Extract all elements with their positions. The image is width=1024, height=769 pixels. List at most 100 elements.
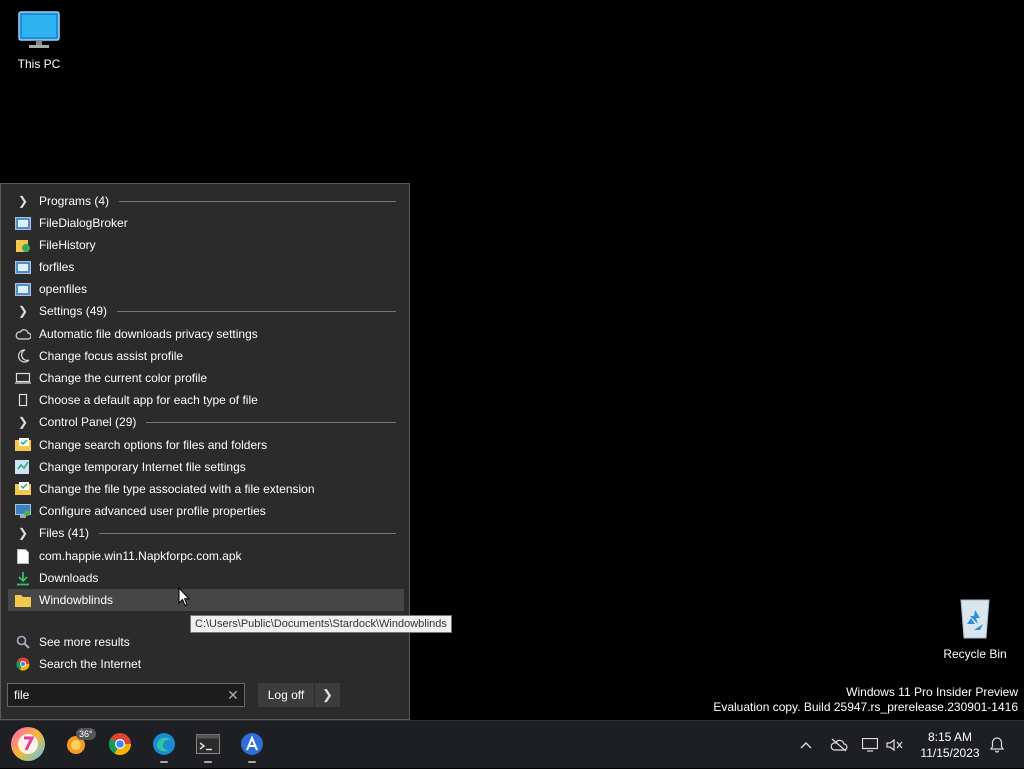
edge-taskbar-button[interactable] — [146, 726, 182, 763]
group-header-settings[interactable]: ❯ Settings (49) — [8, 300, 404, 322]
app-window-icon — [14, 281, 32, 297]
recycle-bin-label: Recycle Bin — [943, 647, 1007, 661]
group-divider — [99, 532, 396, 534]
phone-icon — [14, 392, 32, 408]
edge-icon — [153, 733, 175, 755]
result-label: Change focus assist profile — [39, 349, 184, 363]
recycle-bin-icon — [930, 596, 1020, 643]
laptop-icon — [14, 370, 32, 386]
see-more-label: See more results — [39, 635, 130, 649]
result-label: Downloads — [39, 571, 99, 585]
result-label: forfiles — [39, 260, 75, 274]
result-item-filehistory[interactable]: FileHistory — [8, 234, 404, 256]
start-orb-icon — [11, 727, 45, 761]
chrome-icon — [109, 733, 131, 755]
result-item-internet-file-settings[interactable]: Change temporary Internet file settings — [8, 456, 404, 478]
notifications-button[interactable] — [986, 721, 1008, 769]
result-label: com.happie.win11.Napkforpc.com.apk — [39, 549, 242, 563]
chevron-right-icon: ❯ — [17, 526, 29, 540]
app-window-icon — [14, 259, 32, 275]
result-label: Configure advanced user profile properti… — [39, 504, 266, 518]
chevron-right-icon: ❯ — [17, 415, 29, 429]
volume-tray-button[interactable] — [884, 721, 906, 769]
onedrive-tray-button[interactable] — [828, 721, 850, 769]
start-search-input[interactable]: file ✕ — [7, 683, 245, 707]
app-taskbar-button[interactable] — [234, 726, 270, 763]
result-item-color-profile[interactable]: Change the current color profile — [8, 367, 404, 389]
clock-time: 8:15 AM — [927, 730, 973, 744]
chrome-icon — [14, 656, 32, 672]
group-divider — [117, 310, 396, 312]
result-item-user-profile-properties[interactable]: Configure advanced user profile properti… — [8, 500, 404, 522]
result-item-apk-file[interactable]: com.happie.win11.Napkforpc.com.apk — [8, 545, 404, 567]
app-window-icon — [14, 215, 32, 231]
result-label: Change temporary Internet file settings — [39, 460, 246, 474]
evaluation-watermark: Windows 11 Pro Insider Preview Evaluatio… — [713, 685, 1018, 715]
weather-temp: 36° — [76, 728, 96, 740]
terminal-taskbar-button[interactable] — [190, 726, 226, 763]
folder-options-icon — [14, 481, 32, 497]
see-more-results-button[interactable]: See more results — [8, 631, 404, 653]
cloud-offline-icon — [830, 738, 848, 752]
result-label: FileHistory — [39, 238, 96, 252]
system-clock[interactable]: 8:15 AM 11/15/2023 — [912, 729, 988, 761]
power-options-arrow-button[interactable]: ❯ — [315, 683, 340, 707]
mouse-pointer-icon — [178, 586, 191, 612]
chevron-up-icon — [800, 742, 812, 749]
result-label: Change the current color profile — [39, 371, 208, 385]
document-icon — [14, 548, 32, 564]
result-label: Change search options for files and fold… — [39, 438, 268, 452]
group-label-control-panel: Control Panel (29) — [39, 415, 137, 429]
chevron-right-icon: ❯ — [17, 304, 29, 318]
network-tray-button[interactable] — [860, 721, 880, 769]
monitor-icon — [0, 10, 84, 53]
watermark-edition: Windows 11 Pro Insider Preview — [846, 685, 1018, 699]
running-indicator — [160, 761, 168, 763]
result-item-auto-downloads-privacy[interactable]: Automatic file downloads privacy setting… — [8, 323, 404, 345]
chrome-taskbar-button[interactable] — [102, 726, 138, 762]
log-off-button[interactable]: Log off — [258, 683, 314, 707]
group-label-settings: Settings (49) — [39, 304, 108, 318]
search-internet-label: Search the Internet — [39, 657, 142, 671]
app-a-icon — [241, 733, 263, 755]
speaker-muted-icon — [886, 738, 903, 752]
result-item-search-options[interactable]: Change search options for files and fold… — [8, 434, 404, 456]
result-label: FileDialogBroker — [39, 216, 128, 230]
result-item-filedialogbroker[interactable]: FileDialogBroker — [8, 212, 404, 234]
result-item-default-app[interactable]: Choose a default app for each type of fi… — [8, 389, 404, 411]
start-button[interactable] — [10, 726, 46, 762]
show-hidden-icons-button[interactable] — [796, 721, 816, 769]
search-input-value: file — [14, 688, 30, 702]
result-item-focus-assist[interactable]: Change focus assist profile — [8, 345, 404, 367]
this-pc-desktop-icon[interactable]: This PC — [0, 10, 84, 71]
search-internet-button[interactable]: Search the Internet — [8, 653, 404, 675]
result-label: Change the file type associated with a f… — [39, 482, 315, 496]
result-item-windowblinds[interactable]: Windowblinds — [8, 589, 404, 611]
group-header-files[interactable]: ❯ Files (41) — [8, 522, 404, 544]
bell-icon — [990, 737, 1004, 753]
file-history-icon — [14, 237, 32, 253]
group-header-programs[interactable]: ❯ Programs (4) — [8, 190, 404, 212]
system-icon — [14, 503, 32, 519]
chevron-right-icon: ❯ — [322, 687, 333, 702]
cloud-icon — [14, 326, 32, 342]
result-item-downloads[interactable]: Downloads — [8, 567, 404, 589]
weather-widget-button[interactable]: 36° — [58, 726, 96, 762]
group-divider — [119, 200, 396, 202]
this-pc-label: This PC — [17, 57, 61, 71]
folder-options-icon — [14, 437, 32, 453]
folder-icon — [14, 592, 32, 608]
recycle-bin-desktop-icon[interactable]: Recycle Bin — [930, 596, 1020, 661]
result-item-forfiles[interactable]: forfiles — [8, 256, 404, 278]
result-label: Automatic file downloads privacy setting… — [39, 327, 258, 341]
result-item-file-type-association[interactable]: Change the file type associated with a f… — [8, 478, 404, 500]
result-item-openfiles[interactable]: openfiles — [8, 278, 404, 300]
group-header-control-panel[interactable]: ❯ Control Panel (29) — [8, 411, 404, 433]
result-label: openfiles — [39, 282, 88, 296]
result-label: Choose a default app for each type of fi… — [39, 393, 258, 407]
clear-search-icon[interactable]: ✕ — [222, 687, 244, 704]
download-arrow-icon — [14, 570, 32, 586]
watermark-build: Evaluation copy. Build 25947.rs_prerelea… — [713, 700, 1018, 714]
clock-date: 11/15/2023 — [920, 746, 980, 760]
result-label: Windowblinds — [39, 593, 114, 607]
